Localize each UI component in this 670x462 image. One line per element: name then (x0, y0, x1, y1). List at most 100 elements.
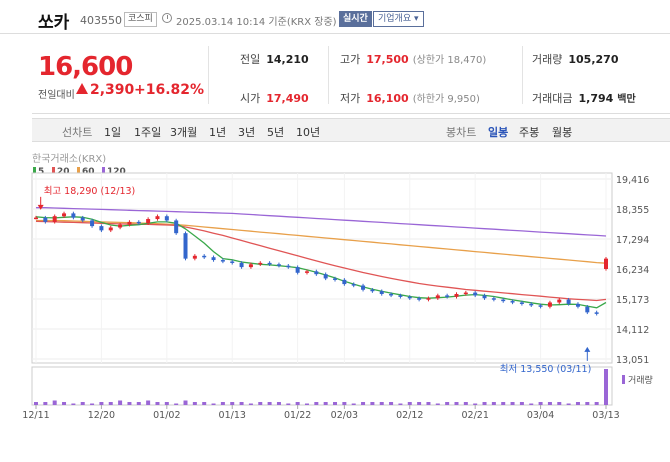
up-triangle-icon (76, 83, 88, 94)
volume-bar (501, 402, 506, 405)
tab-3month[interactable]: 3개월 (170, 124, 197, 140)
line-chart-label: 선차트 (62, 126, 93, 139)
y-tick-label: 17,294 (616, 235, 649, 246)
y-tick-label: 14,112 (616, 325, 649, 336)
company-overview-dropdown[interactable]: 기업개요 ▾ (373, 11, 424, 27)
low-annotation: 최저 13,550 (03/11) (500, 364, 592, 375)
x-axis-labels: 12/11 12/20 01/02 01/13 01/22 02/03 02/12 02/21… (22, 410, 619, 421)
volume-bar (99, 402, 104, 405)
candle-body (155, 216, 160, 220)
volume-bar (276, 402, 281, 405)
candle-body (342, 279, 347, 285)
tab-1year[interactable]: 1년 (209, 124, 226, 140)
candle-body (286, 265, 291, 268)
open-value: 17,490 (266, 92, 309, 105)
volume-bar (547, 402, 552, 405)
candle-body (389, 293, 394, 296)
x-tick-label: 12/20 (88, 410, 115, 421)
volume-bar (435, 403, 440, 405)
open-price: 시가 17,490 (240, 90, 309, 106)
candle-body (211, 257, 216, 261)
candle-body (463, 292, 468, 295)
candle-body (501, 299, 506, 302)
candle-body (220, 260, 225, 262)
volume-bar (389, 402, 394, 405)
volume-bar (80, 402, 85, 405)
candle-body (585, 306, 590, 313)
clock-icon (162, 13, 172, 23)
tab-1day[interactable]: 1일 (104, 124, 121, 140)
volume-bar (585, 402, 590, 405)
price-change: 2,390 (76, 82, 134, 98)
volume-bar (211, 403, 216, 405)
candle-body (239, 262, 244, 268)
asof-timestamp: 2025.03.14 10:14 기준(KRX 장중) (176, 17, 337, 28)
tab-5year[interactable]: 5년 (267, 124, 284, 140)
volume-bar (370, 402, 375, 405)
candle-body (575, 303, 580, 307)
candle-body (146, 219, 151, 224)
volume-bar (519, 402, 524, 405)
divider (522, 46, 523, 104)
candle-body (314, 271, 319, 275)
volume-bar (230, 402, 235, 405)
volume-bar (258, 402, 263, 405)
candle-body (529, 303, 534, 306)
volume-bar (566, 403, 571, 405)
candle-body (118, 224, 123, 228)
volume-bar (174, 403, 179, 405)
realtime-button[interactable]: 실시간 (339, 11, 372, 27)
volume-bar (155, 402, 160, 405)
volume-bar (192, 402, 197, 405)
volume: 거래량 105,270 (532, 51, 618, 67)
high-price: 고가 17,500 (상한가 18,470) (340, 51, 486, 67)
volume-bar (62, 402, 67, 405)
candle-body (491, 298, 496, 300)
volume-bar (333, 402, 338, 405)
volume-bar (71, 403, 76, 405)
candle-body (333, 278, 338, 280)
candle-body (80, 217, 85, 221)
y-tick-label: 13,051 (616, 355, 649, 366)
candle-body (127, 221, 132, 225)
candle-body (426, 298, 431, 300)
candle-body (323, 274, 328, 279)
trade-amount: 거래대금 1,794 백만 (532, 90, 636, 106)
x-tick-label: 03/04 (527, 410, 554, 421)
candle-body (379, 291, 384, 294)
candle-body (435, 295, 440, 299)
volume-bar (575, 402, 580, 405)
candle-body (361, 285, 366, 290)
stock-chart[interactable]: 한국거래소(KRX) 5 20 60 120 19,416 18,355 17,294 16… (0, 145, 670, 458)
prev-change-label: 전일대비 (38, 90, 75, 101)
candle-body (510, 301, 515, 303)
candle-chart-label: 봉차트 (446, 126, 477, 139)
candle-body (566, 299, 571, 304)
volume-bar (267, 402, 272, 405)
tab-weekly[interactable]: 주봉 (519, 124, 539, 140)
tab-1week[interactable]: 1주일 (134, 124, 161, 140)
candle-body (398, 295, 403, 297)
volume-label: 거래량 (532, 53, 563, 66)
tab-monthly[interactable]: 월봉 (552, 124, 572, 140)
tab-3year[interactable]: 3년 (238, 124, 255, 140)
period-tabs: 선차트 1일 1주일 3개월 1년 3년 5년 10년 봉차트 일봉 주봉 월봉 (32, 118, 670, 142)
candle-body (90, 220, 95, 227)
x-tick-label: 01/13 (219, 410, 246, 421)
tab-10year[interactable]: 10년 (296, 124, 320, 140)
price-change-pct: +16.82% (134, 82, 205, 98)
x-tick-label: 01/02 (153, 410, 180, 421)
low-label: 저가 (340, 92, 361, 105)
candle-body (557, 299, 562, 303)
volume-bar (604, 369, 608, 405)
tab-daily[interactable]: 일봉 (488, 124, 508, 140)
y-tick-label: 16,234 (616, 265, 649, 276)
volume-bar (463, 402, 468, 405)
candle-body (304, 271, 309, 273)
candle-body (43, 217, 48, 222)
volume-bar (286, 403, 291, 405)
volume-bar (594, 402, 599, 405)
volume-bar (510, 402, 515, 405)
candle-body (230, 261, 235, 263)
prev-close-value: 14,210 (266, 53, 309, 66)
